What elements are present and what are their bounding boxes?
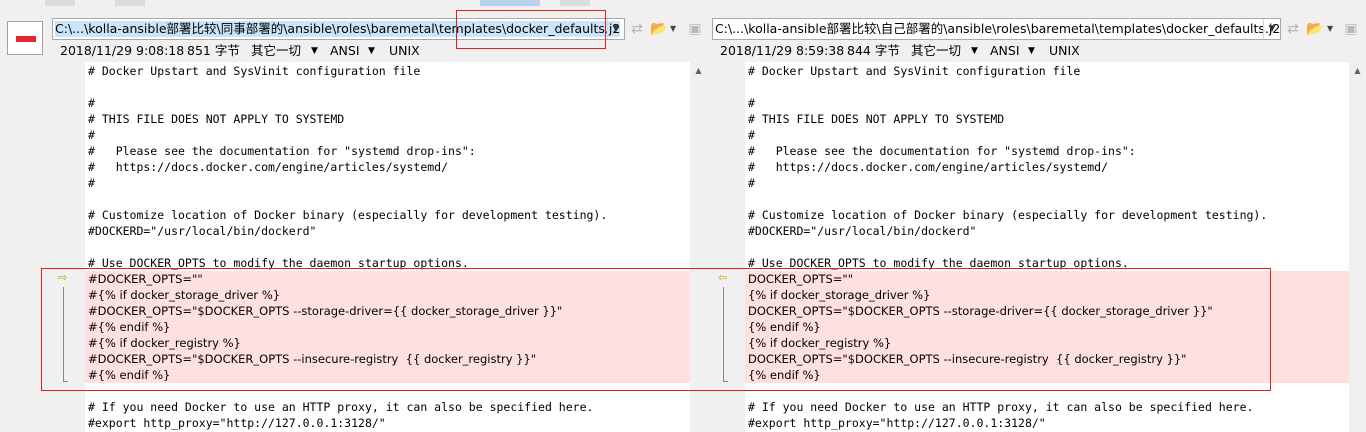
code-line[interactable]: #DOCKERD="/usr/local/bin/dockerd" — [88, 223, 316, 239]
arrow-right-icon: ⇨ — [58, 271, 68, 284]
code-line-diff[interactable]: #{% endif %} — [88, 367, 170, 383]
code-line-diff[interactable]: DOCKER_OPTS="" — [748, 271, 853, 287]
code-line[interactable]: # — [748, 175, 755, 191]
code-line[interactable]: # — [748, 127, 755, 143]
right-filter[interactable]: 其它一切 — [911, 40, 961, 62]
code-line-diff[interactable]: {% endif %} — [748, 367, 821, 383]
code-line[interactable]: # — [88, 127, 95, 143]
right-size: 844 字节 — [847, 43, 900, 58]
folder-icon[interactable]: 📂 — [650, 20, 668, 38]
code-line-diff[interactable]: #DOCKER_OPTS="$DOCKER_OPTS --insecure-re… — [88, 351, 536, 367]
save-icon[interactable]: ▣ — [686, 20, 704, 38]
left-path-input[interactable]: C:\...\kolla-ansible部署比较\同事部署的\ansible\r… — [55, 21, 621, 37]
code-line[interactable]: # THIS FILE DOES NOT APPLY TO SYSTEMD — [88, 111, 344, 127]
swap-icon[interactable]: ⇄ — [628, 20, 646, 38]
code-line-diff[interactable]: DOCKER_OPTS="$DOCKER_OPTS --insecure-reg… — [748, 351, 1186, 367]
chevron-down-icon[interactable]: ▼ — [368, 40, 375, 62]
code-line[interactable]: # Please see the documentation for "syst… — [748, 143, 1136, 159]
code-line[interactable]: # Customize location of Docker binary (e… — [748, 207, 1267, 223]
left-filter[interactable]: 其它一切 — [251, 40, 301, 62]
pane-toggle-button[interactable] — [7, 21, 43, 55]
right-scrollbar[interactable]: ▲ — [1349, 62, 1366, 432]
left-scrollbar[interactable]: ▲ — [690, 62, 707, 432]
code-line[interactable]: # Use DOCKER_OPTS to modify the daemon s… — [88, 255, 469, 271]
arrow-left-icon: ⇦ — [718, 271, 728, 284]
code-line[interactable]: #DOCKERD="/usr/local/bin/dockerd" — [748, 223, 976, 239]
code-line[interactable]: # If you need Docker to use an HTTP prox… — [88, 399, 593, 415]
code-line-diff[interactable]: DOCKER_OPTS="$DOCKER_OPTS --storage-driv… — [748, 303, 1213, 319]
left-encoding[interactable]: ANSI — [330, 40, 360, 62]
right-encoding[interactable]: ANSI — [990, 40, 1020, 62]
code-line[interactable]: # If you need Docker to use an HTTP prox… — [748, 399, 1253, 415]
right-code-pane[interactable]: # Docker Upstart and SysVinit configurat… — [745, 62, 1349, 432]
right-modified: 2018/11/29 8:59:38 — [720, 43, 845, 58]
diff-block-bracket — [63, 287, 68, 382]
right-path-input[interactable]: C:\...\kolla-ansible部署比较\自己部署的\ansible\r… — [715, 21, 1280, 37]
open-dropdown-icon[interactable]: ▼ — [670, 20, 678, 38]
code-line-diff[interactable]: #DOCKER_OPTS="$DOCKER_OPTS --storage-dri… — [88, 303, 562, 319]
save-icon[interactable]: ▣ — [1342, 20, 1360, 38]
code-line-diff[interactable]: {% endif %} — [748, 319, 821, 335]
right-path-combo[interactable]: C:\...\kolla-ansible部署比较\自己部署的\ansible\r… — [712, 18, 1281, 40]
diff-line-background — [85, 319, 690, 335]
code-line[interactable]: # Use DOCKER_OPTS to modify the daemon s… — [748, 255, 1129, 271]
minus-icon — [16, 36, 36, 42]
diff-line-background — [745, 367, 1349, 383]
code-line-diff[interactable]: #DOCKER_OPTS="" — [88, 271, 203, 287]
diff-line-background — [85, 367, 690, 383]
code-line[interactable]: # — [748, 95, 755, 111]
left-path-combo[interactable]: C:\...\kolla-ansible部署比较\同事部署的\ansible\r… — [52, 18, 625, 40]
left-code-pane[interactable]: # Docker Upstart and SysVinit configurat… — [85, 62, 690, 432]
right-line-endings[interactable]: UNIX — [1049, 40, 1080, 62]
open-dropdown-icon[interactable]: ▼ — [1327, 20, 1335, 38]
code-line[interactable]: # Docker Upstart and SysVinit configurat… — [88, 63, 420, 79]
folder-icon[interactable]: 📂 — [1306, 20, 1324, 38]
code-line[interactable]: # https://docs.docker.com/engine/article… — [748, 159, 1108, 175]
code-line[interactable]: # — [88, 175, 95, 191]
left-line-endings[interactable]: UNIX — [389, 40, 420, 62]
code-line[interactable]: # THIS FILE DOES NOT APPLY TO SYSTEMD — [748, 111, 1004, 127]
diff-block-bracket — [723, 287, 728, 382]
code-line-diff[interactable]: {% if docker_storage_driver %} — [748, 287, 930, 303]
code-line[interactable]: # Docker Upstart and SysVinit configurat… — [748, 63, 1080, 79]
diff-line-background — [745, 319, 1349, 335]
code-line-diff[interactable]: #{% if docker_storage_driver %} — [88, 287, 280, 303]
chevron-down-icon[interactable]: ▼ — [311, 40, 318, 62]
code-line-diff[interactable]: {% if docker_registry %} — [748, 335, 891, 351]
code-line[interactable]: #export http_proxy="http://127.0.0.1:312… — [748, 415, 1046, 431]
chevron-down-icon[interactable]: ▼ — [971, 40, 978, 62]
code-line[interactable]: # https://docs.docker.com/engine/article… — [88, 159, 448, 175]
swap-icon[interactable]: ⇄ — [1284, 20, 1302, 38]
code-line[interactable]: # — [88, 95, 95, 111]
code-line-diff[interactable]: #{% if docker_registry %} — [88, 335, 241, 351]
code-line[interactable]: # Please see the documentation for "syst… — [88, 143, 476, 159]
code-line[interactable]: # Customize location of Docker binary (e… — [88, 207, 607, 223]
left-gutter — [0, 62, 85, 432]
scroll-up-icon[interactable]: ▲ — [690, 62, 707, 79]
code-line[interactable]: #export http_proxy="http://127.0.0.1:312… — [88, 415, 386, 431]
code-line-diff[interactable]: #{% endif %} — [88, 319, 170, 335]
left-modified: 2018/11/29 9:08:18 — [60, 43, 185, 58]
scroll-up-icon[interactable]: ▲ — [1349, 62, 1366, 79]
chevron-down-icon[interactable]: ▼ — [1028, 40, 1035, 62]
left-size: 851 字节 — [187, 43, 240, 58]
file-header: C:\...\kolla-ansible部署比较\同事部署的\ansible\r… — [0, 6, 1366, 62]
chevron-down-icon[interactable]: ▼ — [607, 19, 624, 39]
chevron-down-icon[interactable]: ▼ — [1263, 19, 1280, 39]
